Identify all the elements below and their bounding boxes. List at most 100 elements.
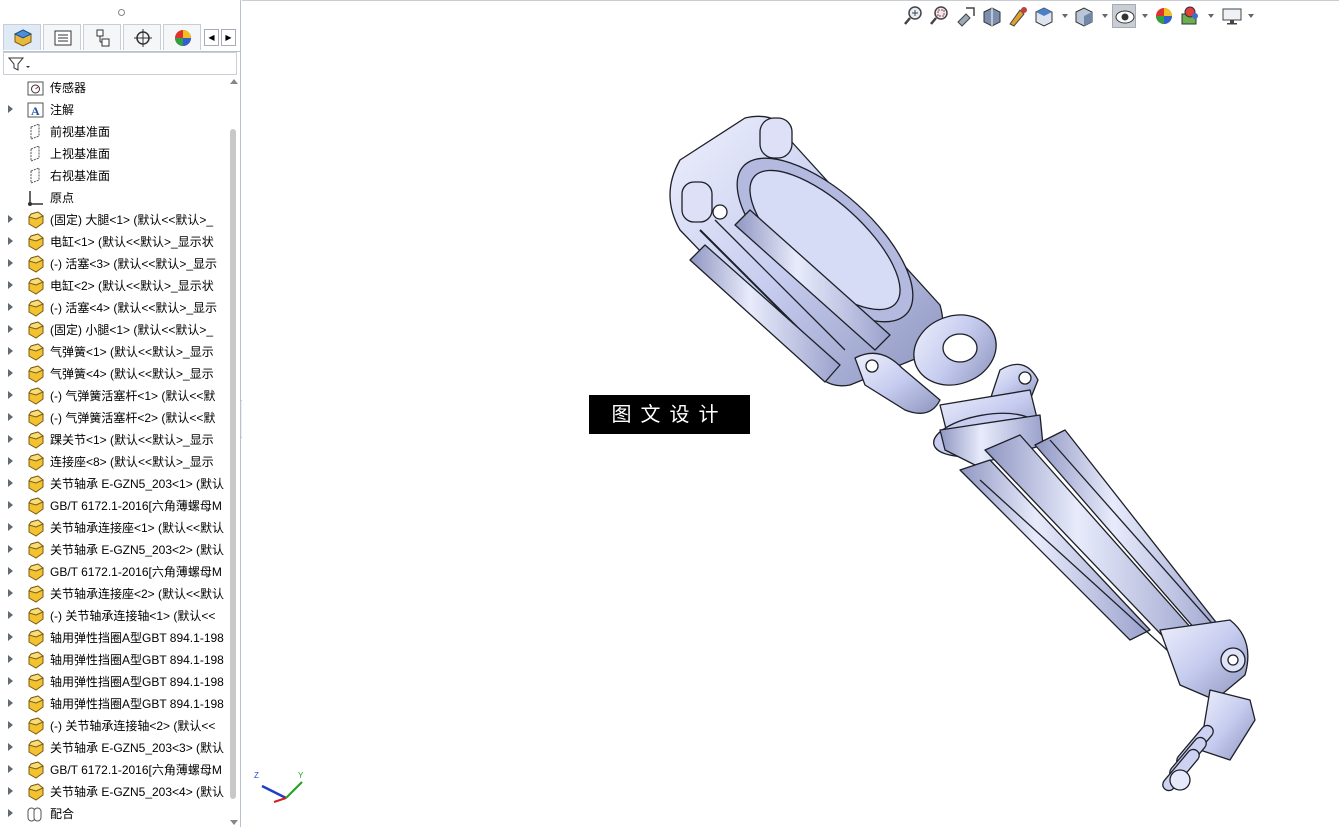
expand-arrow-icon[interactable] [8,523,13,531]
expand-arrow-icon[interactable] [8,765,13,773]
tab-dimxpert[interactable] [123,24,161,50]
part-icon [26,629,45,647]
ankle-joint[interactable] [1159,619,1256,793]
previous-view-button[interactable] [954,4,978,28]
tree-row[interactable]: 关节轴承 E-GZN5_203<2> (默认 [0,539,226,561]
expand-arrow-icon[interactable] [8,457,13,465]
expand-arrow-icon[interactable] [8,501,13,509]
expand-arrow-icon[interactable] [8,281,13,289]
tree-row[interactable]: 关节轴承连接座<2> (默认<<默认 [0,583,226,605]
expand-arrow-icon[interactable] [8,215,13,223]
tree-row[interactable]: 传感器 [0,77,226,99]
view-settings-caret-icon[interactable] [1248,14,1254,18]
tree-row[interactable]: (固定) 小腿<1> (默认<<默认>_ [0,319,226,341]
tab-propertymanager[interactable] [43,24,81,50]
dynamic-annotation-button[interactable] [1006,4,1030,28]
expand-arrow-icon[interactable] [8,479,13,487]
expand-arrow-icon[interactable] [8,325,13,333]
tree-row[interactable]: 关节轴承 E-GZN5_203<4> (默认 [0,781,226,803]
edit-appearance-button[interactable] [1152,4,1176,28]
tree-row[interactable]: 轴用弹性挡圈A型GBT 894.1-198 [0,649,226,671]
expand-arrow-icon[interactable] [8,611,13,619]
section-view-button[interactable] [980,4,1004,28]
expand-arrow-icon[interactable] [8,655,13,663]
tree-row[interactable]: 原点 [0,187,226,209]
scene-caret-icon[interactable] [1208,14,1214,18]
display-style-button[interactable] [1072,4,1096,28]
tree-row[interactable]: 轴用弹性挡圈A型GBT 894.1-198 [0,693,226,715]
tree-row[interactable]: 前视基准面 [0,121,226,143]
expand-arrow-icon[interactable] [8,743,13,751]
expand-arrow-icon[interactable] [8,303,13,311]
view-settings-button[interactable] [1220,4,1244,28]
expand-arrow-icon[interactable] [8,589,13,597]
tree-row[interactable]: (-) 关节轴承连接轴<1> (默认<< [0,605,226,627]
tree-row[interactable]: 电缸<2> (默认<<默认>_显示状 [0,275,226,297]
tab-scroll-right-button[interactable]: ▶ [221,29,236,46]
tab-scroll-left-button[interactable]: ◀ [204,29,219,46]
hide-show-caret-icon[interactable] [1142,14,1148,18]
zoom-to-fit-button[interactable] [902,4,926,28]
part-icon [26,211,45,229]
tree-filter-bar[interactable] [3,52,237,75]
expand-arrow-icon[interactable] [8,787,13,795]
expand-arrow-icon[interactable] [8,105,13,113]
scene-icon [1181,6,1198,25]
tree-row[interactable]: (-) 活塞<4> (默认<<默认>_显示 [0,297,226,319]
tree-row[interactable]: GB/T 6172.1-2016[六角薄螺母M [0,759,226,781]
apply-scene-button[interactable] [1178,4,1202,28]
expand-arrow-icon[interactable] [8,633,13,641]
scroll-thumb[interactable] [230,129,236,799]
expand-arrow-icon[interactable] [8,699,13,707]
expand-arrow-icon[interactable] [8,369,13,377]
tree-row[interactable]: 配合 [0,803,226,825]
tree-row[interactable]: 电缸<1> (默认<<默认>_显示状 [0,231,226,253]
tree-row[interactable]: 关节轴承 E-GZN5_203<3> (默认 [0,737,226,759]
expand-arrow-icon[interactable] [8,347,13,355]
tree-scrollbar[interactable] [228,77,239,827]
view-orientation-button[interactable] [1032,4,1056,28]
expand-arrow-icon[interactable] [8,677,13,685]
leg-assembly-model[interactable] [640,100,1280,800]
expand-arrow-icon[interactable] [8,721,13,729]
tab-displaymanager[interactable] [163,24,201,50]
tab-featuremanager[interactable] [3,24,41,50]
expand-arrow-icon[interactable] [8,567,13,575]
tree-row[interactable]: (-) 气弹簧活塞杆<1> (默认<<默 [0,385,226,407]
tree-row[interactable]: (-) 活塞<3> (默认<<默认>_显示 [0,253,226,275]
tree-row[interactable]: (-) 气弹簧活塞杆<2> (默认<<默 [0,407,226,429]
tree-row[interactable]: (-) 关节轴承连接轴<2> (默认<< [0,715,226,737]
tree-row[interactable]: 气弹簧<4> (默认<<默认>_显示 [0,363,226,385]
expand-arrow-icon[interactable] [8,413,13,421]
panel-grip[interactable] [0,0,240,22]
tree-row-label: 前视基准面 [50,125,111,139]
tree-row[interactable]: 连接座<8> (默认<<默认>_显示 [0,451,226,473]
display-style-caret-icon[interactable] [1102,14,1108,18]
hide-show-items-button[interactable] [1112,4,1136,28]
view-orientation-caret-icon[interactable] [1062,14,1068,18]
tree-row[interactable]: 踝关节<1> (默认<<默认>_显示 [0,429,226,451]
tree-row[interactable]: 关节轴承 E-GZN5_203<1> (默认 [0,473,226,495]
expand-arrow-icon[interactable] [8,809,13,817]
expand-arrow-icon[interactable] [8,259,13,267]
scroll-up-arrow-icon[interactable] [230,79,238,84]
scroll-down-arrow-icon[interactable] [230,820,238,825]
tree-row[interactable]: 气弹簧<1> (默认<<默认>_显示 [0,341,226,363]
tree-row[interactable]: A 注解 [0,99,226,121]
tree-row[interactable]: 关节轴承连接座<1> (默认<<默认 [0,517,226,539]
tree-row[interactable]: GB/T 6172.1-2016[六角薄螺母M [0,561,226,583]
tree-row[interactable]: 上视基准面 [0,143,226,165]
expand-arrow-icon[interactable] [8,237,13,245]
expand-arrow-icon[interactable] [8,545,13,553]
tree-row[interactable]: GB/T 6172.1-2016[六角薄螺母M [0,495,226,517]
tab-configurationmanager[interactable] [83,24,121,50]
property-list-icon [54,30,72,46]
tree-row[interactable]: 右视基准面 [0,165,226,187]
tree-row[interactable]: 轴用弹性挡圈A型GBT 894.1-198 [0,671,226,693]
triad-y-label: Y [298,771,304,780]
tree-row[interactable]: (固定) 大腿<1> (默认<<默认>_ [0,209,226,231]
expand-arrow-icon[interactable] [8,391,13,399]
tree-row[interactable]: 轴用弹性挡圈A型GBT 894.1-198 [0,627,226,649]
zoom-to-area-button[interactable] [928,4,952,28]
expand-arrow-icon[interactable] [8,435,13,443]
